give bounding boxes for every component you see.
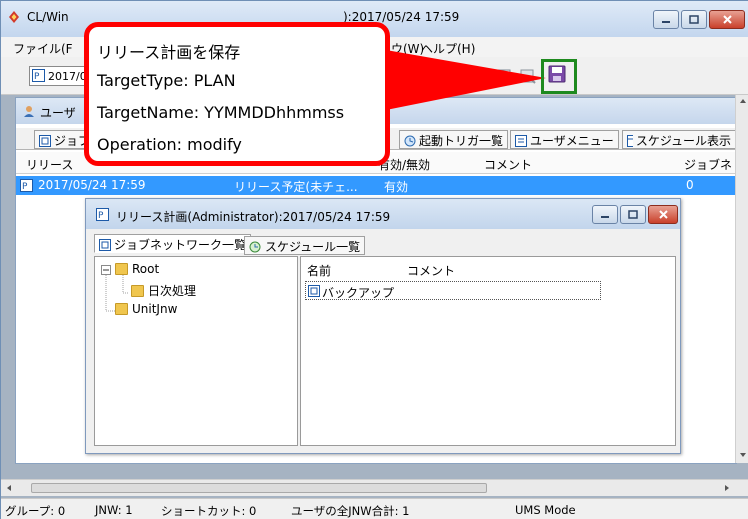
collapse-icon[interactable]: [101, 265, 111, 275]
window-title: CL/Win: [27, 10, 69, 24]
horizontal-scrollbar[interactable]: [1, 479, 748, 496]
plan-icon: P: [32, 69, 45, 82]
menu-file[interactable]: ファイル(F: [13, 40, 73, 57]
close-icon: [658, 210, 668, 219]
tree-node-daily[interactable]: 日次処理: [131, 282, 196, 299]
save-icon[interactable]: [547, 64, 567, 84]
release-list-row-selected[interactable]: P 2017/05/24 17:59 リリース予定(未チェ... 有効 0: [16, 176, 736, 195]
tree-node-unitjnw[interactable]: UnitJnw: [115, 302, 177, 316]
row-date: 2017/05/24 17:59: [38, 178, 146, 192]
folder-icon: [115, 303, 128, 315]
row-count: 0: [686, 178, 694, 192]
plan-close-button[interactable]: [648, 205, 678, 224]
plan-minimize-button[interactable]: [592, 205, 618, 224]
column-release[interactable]: リリース: [26, 156, 73, 173]
svg-text:P: P: [34, 72, 40, 82]
tab-schedule-list[interactable]: スケジュール一覧: [244, 236, 366, 255]
app-logo-icon: [9, 11, 19, 23]
menu-window[interactable]: ウ(W): [391, 40, 424, 57]
status-bar: グループ: 0 JNW: 1 ショートカット: 0 ユーザの全JNW合計: 1 …: [1, 498, 748, 519]
plan-date-value: 2017/0: [48, 70, 87, 83]
column-comment[interactable]: コメント: [484, 156, 532, 173]
plan-icon: P: [20, 179, 33, 192]
maximize-icon: [689, 15, 699, 24]
maximize-icon: [628, 210, 638, 219]
tab-jobnetwork-list[interactable]: ジョブネットワーク一覧: [94, 234, 252, 253]
list-item-name: バックアップ: [322, 286, 395, 300]
svg-text:P: P: [22, 182, 28, 192]
column-name[interactable]: 名前: [307, 262, 331, 279]
plan-maximize-button[interactable]: [620, 205, 646, 224]
status-mode: UMS Mode: [515, 503, 576, 517]
jobnetwork-icon: [39, 134, 51, 147]
plan-icon: P: [96, 208, 109, 221]
list-item[interactable]: バックアップ: [305, 281, 601, 300]
callout-operation: Operation: modify: [97, 135, 242, 154]
callout-target-type: TargetType: PLAN: [97, 71, 236, 90]
maximize-button[interactable]: [681, 10, 707, 29]
calendar-icon: [627, 134, 633, 147]
status-jnw: JNW: 1: [95, 503, 133, 517]
release-plan-tabs: ジョブネットワーク一覧 スケジュール一覧: [94, 234, 678, 256]
status-group: グループ: 0: [5, 504, 66, 518]
jobnetwork-icon: [308, 285, 320, 297]
jobnetwork-tree: Root 日次処理 UnitJnw: [94, 256, 298, 446]
tree-node-root[interactable]: Root: [115, 262, 159, 276]
row-status: リリース予定(未チェ...: [234, 180, 358, 194]
folder-icon: [115, 263, 128, 275]
status-shortcut: ショートカット: 0: [161, 504, 257, 518]
user-menu-icon: [515, 134, 527, 147]
toolbar-list-icon[interactable]: [496, 68, 512, 84]
user-icon: [24, 106, 34, 117]
svg-text:P: P: [98, 211, 104, 221]
folder-icon: [131, 284, 144, 297]
scroll-right-icon[interactable]: [723, 484, 731, 492]
tab-schedule-view[interactable]: スケジュール表示: [622, 130, 736, 149]
jobnetwork-list: 名前 コメント バックアップ: [300, 256, 676, 446]
callout-title: リリース計画を保存: [97, 43, 241, 62]
tab-user-menu[interactable]: ユーザメニュー: [510, 130, 619, 149]
column-jobnet[interactable]: ジョブネ: [684, 156, 732, 173]
close-button[interactable]: [709, 10, 745, 29]
scroll-left-icon[interactable]: [5, 484, 13, 492]
minimize-icon: [601, 215, 609, 218]
jobnetwork-icon: [99, 238, 111, 251]
user-window-title: ユーザ: [40, 106, 76, 120]
tab-trigger-list[interactable]: 起動トリガ一覧: [399, 130, 509, 149]
release-plan-titlebar: P リリース計画(Administrator):2017/05/24 17:59: [86, 199, 680, 229]
schedule-icon: [249, 241, 261, 252]
callout-target-name: TargetName: YYMMDDhhmmss: [97, 103, 345, 122]
minimize-button[interactable]: [653, 10, 679, 29]
menu-help[interactable]: ヘルプ(H): [421, 40, 475, 57]
trigger-icon: [404, 135, 416, 146]
row-enabled: 有効: [384, 180, 409, 194]
minimize-icon: [662, 20, 670, 23]
close-icon: [722, 15, 732, 24]
save-plan-callout: リリース計画を保存 TargetType: PLAN TargetName: Y…: [84, 22, 390, 166]
release-plan-title: リリース計画(Administrator):2017/05/24 17:59: [116, 210, 391, 224]
column-comment[interactable]: コメント: [407, 262, 455, 279]
scroll-up-icon[interactable]: [739, 97, 747, 105]
vertical-scrollbar[interactable]: [735, 95, 748, 463]
scroll-down-icon[interactable]: [739, 451, 747, 459]
toolbar-edit-icon[interactable]: [520, 68, 536, 84]
horizontal-scroll-thumb[interactable]: [31, 483, 487, 493]
release-plan-window: P リリース計画(Administrator):2017/05/24 17:59…: [85, 198, 681, 454]
status-total: ユーザの全JNW合計: 1: [291, 504, 410, 518]
